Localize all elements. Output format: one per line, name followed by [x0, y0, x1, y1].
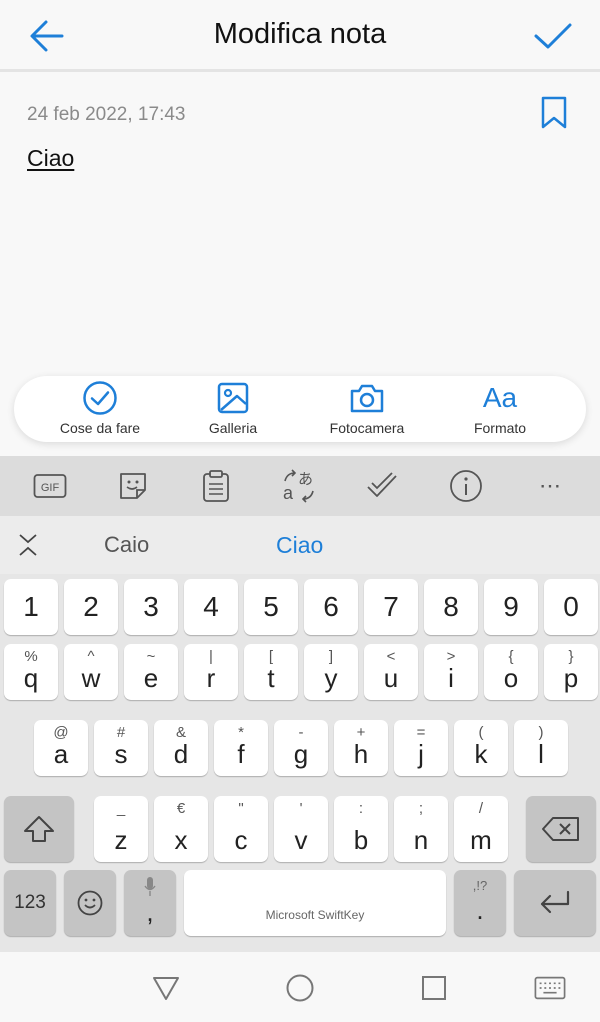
- todo-button[interactable]: Cose da fare: [25, 380, 175, 440]
- key-n[interactable]: ; n: [394, 796, 448, 862]
- key-s[interactable]: # s: [94, 720, 148, 776]
- note-body-text[interactable]: Ciao: [27, 145, 74, 172]
- more-options-icon[interactable]: ⋯: [532, 468, 568, 504]
- key-6[interactable]: 6: [304, 579, 358, 635]
- key-i[interactable]: > i: [424, 644, 478, 700]
- note-timestamp: 24 feb 2022, 17:43: [27, 104, 186, 125]
- key-y[interactable]: ] y: [304, 644, 358, 700]
- keyboard-brand-label: Microsoft SwiftKey: [265, 908, 365, 922]
- shift-arrow-icon: [4, 796, 74, 862]
- key-2[interactable]: 2: [64, 579, 118, 635]
- keyboard-toolbar: GIF aあ ⋯: [0, 456, 600, 516]
- numbers-key[interactable]: 123: [4, 870, 56, 936]
- emoji-key[interactable]: [64, 870, 116, 936]
- svg-text:GIF: GIF: [41, 482, 60, 494]
- period-key[interactable]: ,!? .: [454, 870, 506, 936]
- close-suggestions-icon[interactable]: [16, 532, 40, 558]
- suggestion-item[interactable]: Caio: [104, 532, 149, 558]
- info-icon[interactable]: [448, 468, 484, 504]
- backspace-icon: [526, 796, 596, 862]
- top-bar: Modifica nota: [0, 0, 600, 72]
- key-v[interactable]: ' v: [274, 796, 328, 862]
- key-r[interactable]: | r: [184, 644, 238, 700]
- key-b[interactable]: :b: [334, 796, 388, 862]
- keyboard: GIF aあ ⋯ Caio Ciao 1 2 3 4 5 6 7 8 9 0 %…: [0, 456, 600, 952]
- key-w[interactable]: ^ w: [64, 644, 118, 700]
- key-z[interactable]: _ z: [94, 796, 148, 862]
- enter-key[interactable]: [514, 870, 596, 936]
- gallery-label: Galleria: [208, 420, 258, 436]
- camera-button[interactable]: Fotocamera: [292, 380, 442, 440]
- format-button[interactable]: Aa Formato: [425, 380, 575, 440]
- key-m[interactable]: / m: [454, 796, 508, 862]
- key-4[interactable]: 4: [184, 579, 238, 635]
- bookmark-icon[interactable]: [540, 96, 568, 130]
- nav-back-triangle-icon[interactable]: [150, 972, 182, 1004]
- system-nav-bar: [0, 952, 600, 1022]
- format-label: Formato: [473, 420, 527, 436]
- key-q[interactable]: % q: [4, 644, 58, 700]
- emoji-icon: [64, 870, 116, 936]
- key-p[interactable]: } p: [544, 644, 598, 700]
- suggestion-bar: Caio Ciao: [0, 516, 600, 574]
- key-k[interactable]: (k: [454, 720, 508, 776]
- key-5[interactable]: 5: [244, 579, 298, 635]
- notes-app: Modifica nota 24 feb 2022, 17:43 Ciao Co…: [0, 0, 600, 1022]
- key-u[interactable]: < u: [364, 644, 418, 700]
- suggestion-item-selected[interactable]: Ciao: [276, 532, 323, 559]
- enter-icon: [514, 870, 596, 936]
- key-9[interactable]: 9: [484, 579, 538, 635]
- translate-icon[interactable]: aあ: [281, 468, 317, 504]
- shift-key[interactable]: [4, 796, 74, 862]
- nav-home-circle-icon[interactable]: [284, 972, 316, 1004]
- key-d[interactable]: & d: [154, 720, 208, 776]
- check-circle-icon: [25, 380, 175, 416]
- gif-icon[interactable]: GIF: [32, 468, 68, 504]
- key-x[interactable]: € x: [154, 796, 208, 862]
- key-3[interactable]: 3: [124, 579, 178, 635]
- clipboard-icon[interactable]: [198, 468, 234, 504]
- key-e[interactable]: ~ e: [124, 644, 178, 700]
- key-l[interactable]: ) l: [514, 720, 568, 776]
- key-8[interactable]: 8: [424, 579, 478, 635]
- save-check-icon[interactable]: [532, 16, 574, 56]
- comma-key[interactable]: ,: [124, 870, 176, 936]
- editor-check-icon[interactable]: [364, 468, 400, 504]
- key-7[interactable]: 7: [364, 579, 418, 635]
- camera-label: Fotocamera: [329, 420, 405, 436]
- space-bar[interactable]: Microsoft SwiftKey: [184, 870, 446, 936]
- backspace-key[interactable]: [526, 796, 596, 862]
- note-action-bar: Cose da fare Galleria Fotocamera Aa Form…: [14, 376, 586, 442]
- gallery-icon: [158, 380, 308, 416]
- nav-recents-square-icon[interactable]: [418, 972, 450, 1004]
- key-t[interactable]: [t: [244, 644, 298, 700]
- nav-keyboard-icon[interactable]: [534, 972, 566, 1004]
- microphone-icon: [124, 876, 176, 898]
- sticker-icon[interactable]: [115, 468, 151, 504]
- key-c[interactable]: " c: [214, 796, 268, 862]
- page-title: Modifica nota: [213, 18, 387, 50]
- key-j[interactable]: = j: [394, 720, 448, 776]
- key-f[interactable]: * f: [214, 720, 268, 776]
- key-o[interactable]: {o: [484, 644, 538, 700]
- gallery-button[interactable]: Galleria: [158, 380, 308, 440]
- todo-label: Cose da fare: [59, 420, 141, 436]
- svg-text:a: a: [283, 483, 294, 503]
- key-a[interactable]: @ a: [34, 720, 88, 776]
- key-1[interactable]: 1: [4, 579, 58, 635]
- camera-icon: [292, 380, 442, 416]
- key-g[interactable]: -g: [274, 720, 328, 776]
- key-0[interactable]: 0: [544, 579, 598, 635]
- format-icon: Aa: [482, 382, 518, 413]
- key-h[interactable]: + h: [334, 720, 388, 776]
- svg-text:あ: あ: [298, 470, 313, 488]
